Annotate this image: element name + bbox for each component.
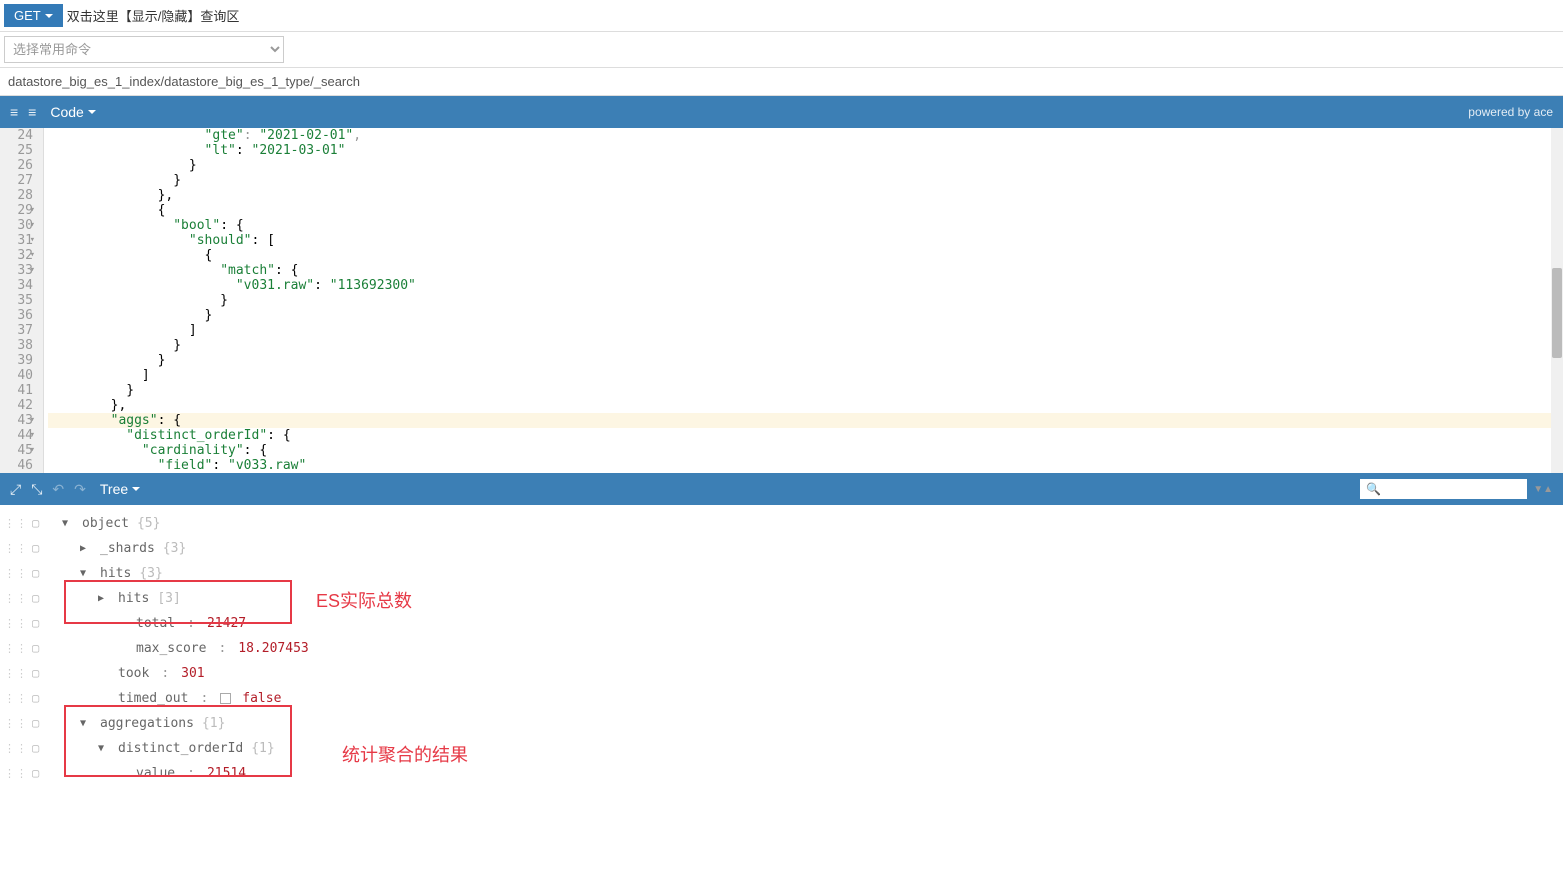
tree-toggle-icon[interactable]: ▶ — [98, 586, 110, 611]
result-toolbar: ⤢ ⤡ ↶ ↷ Tree 🔍 ▼▲ — [0, 473, 1563, 505]
annotation-label-1: ES实际总数 — [316, 589, 412, 614]
tree-value: 18.207453 — [238, 636, 308, 661]
tree-label: aggregations — [100, 711, 194, 736]
editor-scrollbar[interactable] — [1551, 128, 1563, 473]
tree-label: timed_out — [118, 686, 188, 711]
tree-row[interactable]: ⋮⋮▢took:301 — [4, 661, 1559, 686]
http-method-dropdown[interactable]: GET — [4, 4, 63, 27]
powered-by-label: powered by ace — [1468, 105, 1553, 119]
tree-label: max_score — [136, 636, 206, 661]
tree-menu-icon[interactable]: ▢ — [32, 511, 46, 536]
tree-menu-icon[interactable]: ▢ — [32, 636, 46, 661]
redo-icon[interactable]: ↷ — [74, 481, 86, 498]
tree-row[interactable]: ⋮⋮▢▼object {5} — [4, 511, 1559, 536]
drag-handle-icon[interactable]: ⋮⋮ — [4, 661, 24, 686]
result-tree[interactable]: ES实际总数 统计聚合的结果 ⋮⋮▢▼object {5}⋮⋮▢▶_shards… — [0, 505, 1563, 792]
drag-handle-icon[interactable]: ⋮⋮ — [4, 586, 24, 611]
tree-menu-icon[interactable]: ▢ — [32, 561, 46, 586]
tree-label: hits — [100, 561, 131, 586]
tree-menu-icon[interactable]: ▢ — [32, 711, 46, 736]
tree-row[interactable]: ⋮⋮▢▶hits [3] — [4, 586, 1559, 611]
drag-handle-icon[interactable]: ⋮⋮ — [4, 736, 24, 761]
tree-menu-icon[interactable]: ▢ — [32, 611, 46, 636]
tree-toggle-icon[interactable]: ▼ — [98, 736, 110, 761]
editor-pane[interactable]: 2425262728293031323334353637383940414243… — [0, 128, 1563, 473]
search-dropdown-icon[interactable]: ▼▲ — [1533, 484, 1553, 495]
tree-value: 21427 — [207, 611, 246, 636]
tree-row[interactable]: ⋮⋮▢max_score:18.207453 — [4, 636, 1559, 661]
expand-icon[interactable]: ≡ — [10, 104, 18, 120]
collapse-icon[interactable]: ≡ — [28, 104, 36, 120]
tree-menu-icon[interactable]: ▢ — [32, 536, 46, 561]
drag-handle-icon[interactable]: ⋮⋮ — [4, 611, 24, 636]
undo-icon[interactable]: ↶ — [52, 481, 64, 498]
tree-row[interactable]: ⋮⋮▢timed_out:false — [4, 686, 1559, 711]
drag-handle-icon[interactable]: ⋮⋮ — [4, 511, 24, 536]
tree-row[interactable]: ⋮⋮▢total:21427 — [4, 611, 1559, 636]
header-row: GET 双击这里【显示/隐藏】查询区 — [0, 0, 1563, 32]
tree-toggle-icon[interactable]: ▶ — [80, 536, 92, 561]
result-search-input[interactable] — [1381, 479, 1521, 499]
tree-label: value — [136, 761, 175, 786]
tree-toggle-icon[interactable]: ▼ — [80, 561, 92, 586]
tree-collapse-icon[interactable]: ⤡ — [31, 481, 42, 498]
common-command-select[interactable]: 选择常用命令 — [4, 36, 284, 63]
tree-toggle-icon[interactable]: ▼ — [80, 711, 92, 736]
drag-handle-icon[interactable]: ⋮⋮ — [4, 636, 24, 661]
tree-label: object — [82, 511, 129, 536]
command-row: 选择常用命令 — [0, 32, 1563, 68]
drag-handle-icon[interactable]: ⋮⋮ — [4, 761, 24, 786]
tree-label: distinct_orderId — [118, 736, 243, 761]
drag-handle-icon[interactable]: ⋮⋮ — [4, 686, 24, 711]
tree-label: total — [136, 611, 175, 636]
scrollbar-thumb[interactable] — [1552, 268, 1562, 358]
tree-menu-icon[interactable]: ▢ — [32, 661, 46, 686]
editor-gutter: 2425262728293031323334353637383940414243… — [0, 128, 44, 473]
tree-menu-icon[interactable]: ▢ — [32, 586, 46, 611]
tree-value: 21514 — [207, 761, 246, 786]
tree-row[interactable]: ⋮⋮▢▶_shards {3} — [4, 536, 1559, 561]
request-path[interactable]: datastore_big_es_1_index/datastore_big_e… — [0, 68, 1563, 96]
toggle-query-hint[interactable]: 双击这里【显示/隐藏】查询区 — [67, 6, 240, 25]
editor-mode-menu[interactable]: Code — [50, 104, 95, 120]
checkbox-icon — [220, 693, 231, 704]
tree-menu-icon[interactable]: ▢ — [32, 736, 46, 761]
drag-handle-icon[interactable]: ⋮⋮ — [4, 536, 24, 561]
tree-menu-icon[interactable]: ▢ — [32, 686, 46, 711]
tree-row[interactable]: ⋮⋮▢▼distinct_orderId {1} — [4, 736, 1559, 761]
editor-toolbar: ≡ ≡ Code powered by ace — [0, 96, 1563, 128]
drag-handle-icon[interactable]: ⋮⋮ — [4, 711, 24, 736]
tree-value: 301 — [181, 661, 204, 686]
tree-value: false — [242, 686, 281, 711]
drag-handle-icon[interactable]: ⋮⋮ — [4, 561, 24, 586]
tree-label: hits — [118, 586, 149, 611]
search-icon: 🔍 — [1366, 482, 1381, 496]
tree-expand-icon[interactable]: ⤢ — [10, 481, 21, 498]
tree-row[interactable]: ⋮⋮▢▼aggregations {1} — [4, 711, 1559, 736]
tree-row[interactable]: ⋮⋮▢value:21514 — [4, 761, 1559, 786]
tree-menu-icon[interactable]: ▢ — [32, 761, 46, 786]
tree-label: _shards — [100, 536, 155, 561]
tree-label: took — [118, 661, 149, 686]
tree-toggle-icon[interactable]: ▼ — [62, 511, 74, 536]
tree-row[interactable]: ⋮⋮▢▼hits {3} — [4, 561, 1559, 586]
annotation-label-2: 统计聚合的结果 — [342, 743, 468, 768]
result-mode-menu[interactable]: Tree — [100, 481, 140, 497]
editor-code-area[interactable]: "gte": "2021-02-01", "lt": "2021-03-01" … — [44, 128, 1563, 473]
